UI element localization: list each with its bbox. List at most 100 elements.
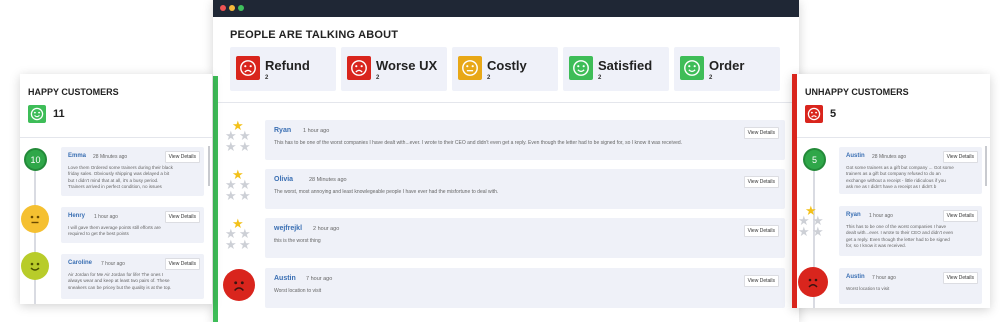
- view-details-button[interactable]: View Details: [164, 258, 200, 270]
- review-card: Austin 28 Minutes ago Got some trainers …: [839, 147, 982, 194]
- topic-costly[interactable]: Costly 2: [452, 47, 558, 91]
- view-details-button[interactable]: View Details: [942, 272, 978, 284]
- review-time: 1 hour ago: [303, 128, 330, 134]
- happy-face-icon: [21, 252, 49, 280]
- topic-refund[interactable]: Refund 2: [230, 47, 336, 91]
- review-time: 28 Minutes ago: [872, 154, 907, 160]
- review-time: 7 hour ago: [306, 276, 333, 282]
- reviewer-name[interactable]: Austin: [274, 275, 296, 282]
- reviewer-name[interactable]: Caroline: [68, 260, 92, 266]
- review-card: Ryan 1 hour ago This has to be one of th…: [265, 120, 785, 160]
- happy-customers-panel: HAPPY CUSTOMERS 11 10 Emma 28 Minutes ag…: [20, 74, 212, 304]
- topic-list: Refund 2 Worse UX 2 Costly 2 Satisfied 2: [230, 47, 780, 91]
- view-details-button[interactable]: View Details: [164, 211, 200, 223]
- topic-count: 2: [709, 75, 713, 81]
- sad-face-icon: [223, 269, 255, 301]
- reviewer-name[interactable]: Austin: [846, 274, 865, 280]
- happy-count: 11: [53, 108, 65, 120]
- topic-count: 2: [487, 75, 491, 81]
- topic-worse-ux[interactable]: Worse UX 2: [341, 47, 447, 91]
- review-text: Worst location to visit: [846, 286, 890, 291]
- count-row: 11: [28, 105, 65, 123]
- topic-satisfied[interactable]: Satisfied 2: [563, 47, 669, 91]
- star-empty-icon: ★: [225, 139, 237, 154]
- star-empty-icon: ★: [225, 237, 237, 252]
- reviewer-name[interactable]: Olivia: [274, 176, 293, 183]
- topic-count: 2: [265, 75, 269, 81]
- review-card: wejfrejkl 2 hour ago this is the worst t…: [265, 218, 785, 258]
- rating-badge: 5: [803, 148, 826, 171]
- happy-face-icon: [28, 105, 46, 123]
- happy-face-icon: [680, 56, 704, 80]
- review-text: This has to be one of the worst companie…: [274, 140, 683, 146]
- divider: [20, 137, 212, 138]
- view-details-button[interactable]: View Details: [743, 225, 779, 237]
- divider: [797, 137, 990, 138]
- star-rating: ★ ★ ★ ★ ★: [225, 217, 253, 251]
- sad-face-icon: [798, 267, 828, 297]
- view-details-button[interactable]: View Details: [743, 127, 779, 139]
- review-time: 1 hour ago: [94, 214, 118, 220]
- panel-title: HAPPY CUSTOMERS: [28, 87, 119, 97]
- view-details-button[interactable]: View Details: [743, 176, 779, 188]
- review-card: Austin 7 hour ago Worst location to visi…: [265, 268, 785, 308]
- review-text: this is the worst thing: [274, 238, 321, 244]
- close-window-dot[interactable]: [220, 5, 226, 11]
- positive-accent-bar: [213, 76, 218, 322]
- review-card: Caroline 7 hour ago Air Jordan for Me Ai…: [61, 254, 204, 299]
- star-rating: ★ ★ ★ ★ ★: [798, 204, 826, 238]
- review-time: 7 hour ago: [101, 261, 125, 267]
- reviewer-name[interactable]: Emma: [68, 153, 86, 159]
- star-rating: ★ ★ ★ ★ ★: [225, 119, 253, 153]
- view-details-button[interactable]: View Details: [942, 151, 978, 163]
- review-text: Love them Ordered some trainers during t…: [68, 165, 173, 189]
- view-details-button[interactable]: View Details: [743, 275, 779, 287]
- scrollbar[interactable]: [208, 146, 210, 186]
- main-window: PEOPLE ARE TALKING ABOUT Refund 2 Worse …: [213, 0, 799, 322]
- review-time: 28 Minutes ago: [309, 177, 347, 183]
- maximize-window-dot[interactable]: [238, 5, 244, 11]
- review-card: Olivia 28 Minutes ago The worst, most an…: [265, 169, 785, 209]
- unhappy-customers-panel: UNHAPPY CUSTOMERS 5 5 Austin 28 Minutes …: [792, 74, 990, 308]
- review-time: 28 Minutes ago: [93, 154, 128, 160]
- review-time: 1 hour ago: [869, 213, 893, 219]
- reviewer-name[interactable]: Ryan: [274, 127, 291, 134]
- star-empty-icon: ★: [239, 237, 251, 252]
- sad-face-icon: [236, 56, 260, 80]
- review-text: I will gave them average points still ef…: [68, 225, 161, 237]
- reviewer-name[interactable]: Henry: [68, 213, 85, 219]
- reviewer-name[interactable]: wejfrejkl: [274, 225, 302, 232]
- topic-label: Refund: [265, 58, 310, 73]
- review-time: 2 hour ago: [313, 226, 340, 232]
- review-text: The worst, most annoying and least knowl…: [274, 189, 499, 195]
- topic-order[interactable]: Order 2: [674, 47, 780, 91]
- divider: [213, 102, 799, 103]
- rating-badge: 10: [24, 148, 47, 171]
- view-details-button[interactable]: View Details: [942, 210, 978, 222]
- view-details-button[interactable]: View Details: [164, 151, 200, 163]
- reviewer-name[interactable]: Austin: [846, 153, 865, 159]
- review-text: This has to be one of the worst companie…: [846, 224, 954, 248]
- review-text: Got some trainers as a gift but company …: [846, 165, 954, 189]
- minimize-window-dot[interactable]: [229, 5, 235, 11]
- topic-label: Worse UX: [376, 58, 438, 73]
- topic-count: 2: [598, 75, 602, 81]
- star-empty-icon: ★: [225, 188, 237, 203]
- review-text: Air Jordan for Me Air Jordan for life! T…: [68, 272, 172, 290]
- sad-face-icon: [347, 56, 371, 80]
- star-empty-icon: ★: [812, 224, 824, 239]
- review-card: Henry 1 hour ago I will gave them averag…: [61, 207, 204, 243]
- unhappy-count: 5: [830, 108, 837, 120]
- topic-label: Order: [709, 58, 745, 73]
- topic-label: Costly: [487, 58, 527, 73]
- scrollbar[interactable]: [985, 146, 987, 186]
- review-card: Austin 7 hour ago Worst location to visi…: [839, 268, 982, 304]
- reviewer-name[interactable]: Ryan: [846, 212, 861, 218]
- page-title: PEOPLE ARE TALKING ABOUT: [230, 29, 399, 41]
- window-titlebar: [213, 0, 799, 17]
- review-text: Worst location to visit: [274, 288, 322, 294]
- happy-face-icon: [569, 56, 593, 80]
- count-row: 5: [805, 105, 836, 123]
- star-empty-icon: ★: [239, 139, 251, 154]
- star-rating: ★ ★ ★ ★ ★: [225, 168, 253, 202]
